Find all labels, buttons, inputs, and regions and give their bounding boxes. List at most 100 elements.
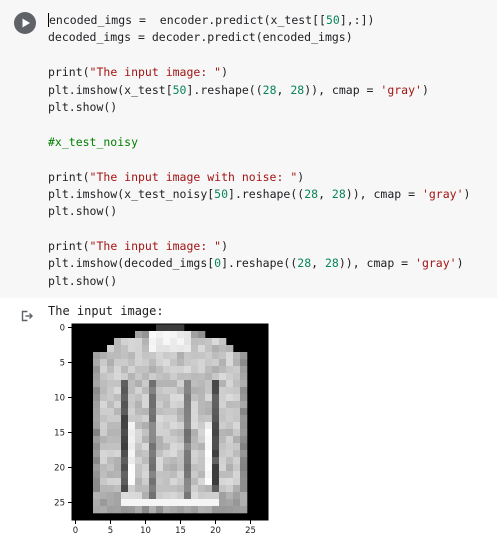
image-pixel: [184, 429, 192, 437]
image-pixel: [219, 443, 227, 451]
image-pixel: [205, 387, 213, 395]
image-pixel: [191, 492, 199, 500]
image-pixel: [191, 331, 199, 339]
image-pixel: [100, 394, 108, 402]
image-pixel: [212, 471, 220, 479]
image-pixel: [93, 373, 101, 381]
image-pixel: [156, 373, 164, 381]
image-pixel: [156, 478, 164, 486]
image-pixel: [107, 457, 115, 465]
image-pixel: [184, 457, 192, 465]
image-pixel: [198, 352, 206, 360]
image-pixel: [177, 506, 185, 514]
image-pixel: [93, 506, 101, 514]
image-pixel: [205, 471, 213, 479]
image-pixel: [135, 471, 143, 479]
image-pixel: [191, 422, 199, 430]
image-pixel: [233, 506, 241, 514]
image-pixel: [212, 436, 220, 444]
image-pixel: [226, 471, 234, 479]
image-pixel: [212, 450, 220, 458]
image-pixel: [142, 394, 150, 402]
image-pixel: [107, 464, 115, 472]
image-pixel: [114, 450, 122, 458]
image-pixel: [205, 366, 213, 374]
image-pixel: [191, 457, 199, 465]
image-pixel: [128, 422, 136, 430]
image-pixel: [93, 401, 101, 409]
image-pixel: [156, 457, 164, 465]
image-pixel: [163, 443, 171, 451]
image-pixel: [226, 422, 234, 430]
image-pixel: [191, 450, 199, 458]
image-pixel: [170, 324, 178, 332]
image-pixel: [191, 366, 199, 374]
image-pixel: [170, 478, 178, 486]
image-pixel: [219, 492, 227, 500]
image-pixel: [135, 401, 143, 409]
image-pixel: [121, 415, 129, 423]
image-pixel: [233, 401, 241, 409]
image-pixel: [233, 478, 241, 486]
image-pixel: [149, 415, 157, 423]
image-pixel: [170, 443, 178, 451]
image-pixel: [219, 464, 227, 472]
image-pixel: [240, 394, 248, 402]
image-pixel: [240, 366, 248, 374]
image-pixel: [135, 408, 143, 416]
image-pixel: [156, 422, 164, 430]
image-pixel: [184, 359, 192, 367]
image-pixel: [219, 401, 227, 409]
image-pixel: [107, 436, 115, 444]
image-pixel: [93, 478, 101, 486]
image-pixel: [198, 331, 206, 339]
image-pixel: [107, 387, 115, 395]
image-pixel: [177, 436, 185, 444]
image-pixel: [107, 492, 115, 500]
image-pixel: [100, 478, 108, 486]
image-pixel: [149, 338, 157, 346]
image-pixel: [128, 338, 136, 346]
image-pixel: [184, 471, 192, 479]
image-pixel: [114, 394, 122, 402]
image-pixel: [149, 359, 157, 367]
image-pixel: [205, 450, 213, 458]
image-pixel: [212, 429, 220, 437]
image-pixel: [198, 457, 206, 465]
image-pixel: [135, 506, 143, 514]
image-pixel: [198, 429, 206, 437]
image-pixel: [184, 485, 192, 493]
image-pixel: [156, 331, 164, 339]
image-pixel: [135, 359, 143, 367]
image-pixel: [212, 499, 220, 507]
image-pixel: [219, 366, 227, 374]
image-pixel: [184, 422, 192, 430]
image-pixel: [100, 499, 108, 507]
image-pixel: [198, 422, 206, 430]
image-pixel: [177, 380, 185, 388]
image-pixel: [226, 415, 234, 423]
image-pixel: [100, 401, 108, 409]
image-pixel: [142, 464, 150, 472]
image-pixel: [163, 366, 171, 374]
image-pixel: [149, 352, 157, 360]
image-pixel: [93, 436, 101, 444]
image-pixel: [135, 373, 143, 381]
image-pixel: [219, 471, 227, 479]
image-pixel: [121, 478, 129, 486]
image-pixel: [135, 415, 143, 423]
image-pixel: [177, 464, 185, 472]
image-pixel: [191, 373, 199, 381]
image-pixel: [121, 457, 129, 465]
image-pixel: [240, 429, 248, 437]
image-pixel: [121, 464, 129, 472]
image-pixel: [177, 478, 185, 486]
image-pixel: [205, 506, 213, 514]
image-pixel: [156, 485, 164, 493]
image-pixel: [121, 450, 129, 458]
image-pixel: [128, 506, 136, 514]
image-pixel: [219, 422, 227, 430]
image-pixel: [233, 450, 241, 458]
image-pixel: [184, 478, 192, 486]
image-pixel: [135, 422, 143, 430]
